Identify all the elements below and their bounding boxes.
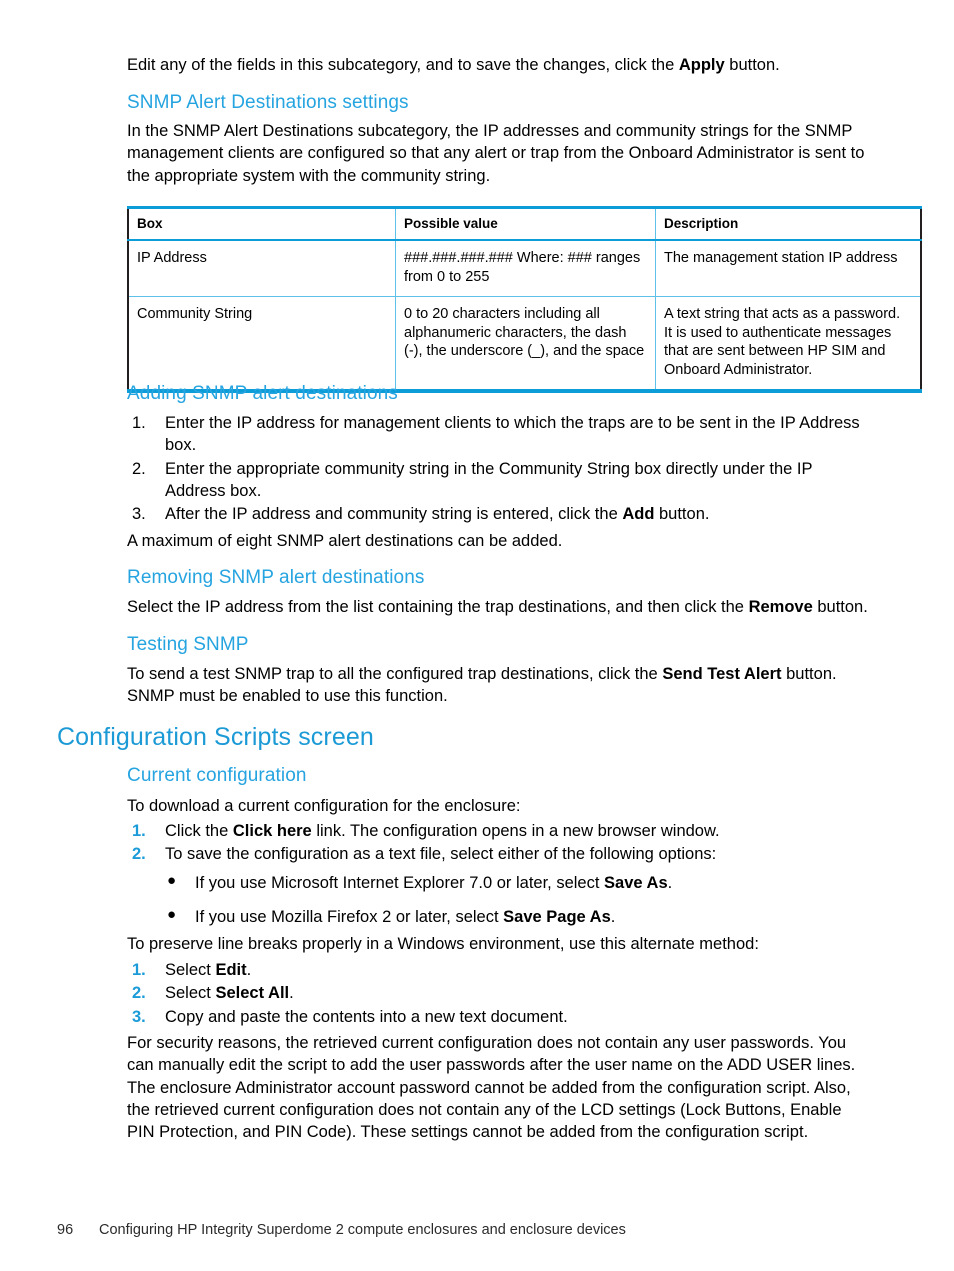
- page-footer: 96 Configuring HP Integrity Superdome 2 c…: [57, 1222, 626, 1238]
- bullet-text-pre: If you use Microsoft Internet Explorer 7…: [195, 874, 605, 892]
- list-item: 3. After the IP address and community st…: [127, 503, 868, 525]
- bullet-text-pre: If you use Mozilla Firefox 2 or later, s…: [195, 908, 504, 927]
- list-item: ● If you use Mozilla Firefox 2 or later,…: [127, 906, 868, 928]
- bullet-text-post: .: [610, 908, 616, 927]
- list-item: 3. Copy and paste the contents into a ne…: [127, 1006, 868, 1028]
- alternate-method-lead-in: To preserve line breaks properly in a Wi…: [127, 933, 868, 955]
- footer-chapter-title: Configuring HP Integrity Superdome 2 com…: [99, 1222, 626, 1238]
- intro-text-bold: Apply: [678, 56, 725, 74]
- list-marker: 2.: [132, 845, 146, 864]
- section-adding-snmp: Adding SNMP alert destinations: [127, 383, 868, 405]
- snmp-alert-destinations-paragraph-text: In the SNMP Alert Destinations subcatego…: [127, 122, 865, 185]
- footer-page-number: 96: [57, 1222, 74, 1238]
- bullet-icon: ●: [167, 872, 177, 889]
- removing-snmp-text-post: button.: [812, 598, 868, 616]
- testing-snmp-text-pre: To send a test SNMP trap to all the conf…: [127, 665, 663, 683]
- list-item-text-pre: Click the: [165, 822, 233, 840]
- menu-item-edit[interactable]: Edit: [215, 961, 246, 979]
- current-configuration-steps: 1. Click the Click here link. The config…: [127, 820, 868, 867]
- current-configuration-lead-in-text: To download a current configuration for …: [127, 797, 521, 815]
- bullet-text-bold: Save As: [604, 874, 668, 892]
- intro-text-pre: Edit any of the fields in this subcatego…: [127, 56, 679, 74]
- table-header-possible-value: Possible value: [395, 206, 656, 241]
- list-item-text-pre: Select: [165, 961, 216, 979]
- list-item-text-post: link. The configuration opens in a new b…: [311, 822, 720, 840]
- list-item-text-pre: Copy and paste the contents into a new t…: [165, 1007, 568, 1026]
- table-header-row: Box Possible value Description: [128, 206, 921, 241]
- table-header-description: Description: [655, 206, 921, 241]
- table-cell-description: The management station IP address: [655, 240, 921, 298]
- document-page: Edit any of the fields in this subcatego…: [0, 0, 954, 1271]
- intro-text-post: button.: [724, 56, 780, 74]
- list-marker: 2.: [132, 984, 146, 1003]
- current-configuration-lead-in: To download a current configuration for …: [127, 795, 868, 817]
- list-item: 2. Select Select All.: [127, 982, 868, 1004]
- list-item: 2. Enter the appropriate community strin…: [127, 458, 868, 503]
- security-paragraph: For security reasons, the retrieved curr…: [127, 1032, 868, 1143]
- list-item: 1. Enter the IP address for management c…: [127, 412, 868, 457]
- snmp-spec-table-wrapper: Box Possible value Description IP Addres…: [127, 206, 922, 394]
- security-paragraph-text: For security reasons, the retrieved curr…: [127, 1034, 856, 1142]
- adding-snmp-note-text: A maximum of eight SNMP alert destinatio…: [127, 532, 563, 550]
- table-row: IP Address ###.###.###.### Where: ### ra…: [128, 240, 921, 298]
- list-item-text-post: button.: [654, 505, 710, 524]
- table-cell-possible-value: 0 to 20 characters including all alphanu…: [395, 296, 656, 394]
- testing-snmp-text-bold: Send Test Alert: [662, 665, 782, 683]
- list-marker: 3.: [132, 505, 146, 524]
- section-testing-snmp: Testing SNMP: [127, 634, 868, 656]
- list-item: 1. Select Edit.: [127, 959, 868, 981]
- bullet-icon: ●: [167, 906, 177, 924]
- section-configuration-scripts: Configuration Scripts screen: [57, 723, 868, 752]
- list-item-text-bold: Add: [622, 505, 655, 524]
- heading-removing-snmp-alert-destinations: Removing SNMP alert destinations: [127, 567, 425, 588]
- adding-snmp-note: A maximum of eight SNMP alert destinatio…: [127, 530, 868, 552]
- heading-adding-snmp-alert-destinations: Adding SNMP alert destinations: [127, 383, 398, 404]
- list-item: 1. Click the Click here link. The config…: [127, 820, 868, 842]
- table-row: Community String 0 to 20 characters incl…: [128, 296, 921, 394]
- testing-snmp-paragraph: To send a test SNMP trap to all the conf…: [127, 663, 868, 708]
- adding-snmp-steps: 1. Enter the IP address for management c…: [127, 412, 868, 526]
- heading-configuration-scripts-screen: Configuration Scripts screen: [57, 723, 374, 751]
- bullet-text-post: .: [667, 874, 673, 892]
- menu-item-select-all[interactable]: Select All: [215, 984, 289, 1002]
- table-header-box: Box: [128, 206, 396, 241]
- snmp-alert-destinations-paragraph: In the SNMP Alert Destinations subcatego…: [127, 120, 868, 187]
- list-item-text: Enter the appropriate community string i…: [165, 459, 813, 500]
- heading-snmp-alert-destinations-settings: SNMP Alert Destinations settings: [127, 92, 409, 113]
- list-marker: 1.: [132, 961, 146, 979]
- bullet-text-bold: Save Page As: [503, 908, 611, 927]
- list-item-text-post: .: [246, 961, 252, 979]
- table-cell-possible-value: ###.###.###.### Where: ### ranges from 0…: [395, 240, 656, 298]
- removing-snmp-text-pre: Select the IP address from the list cont…: [127, 598, 749, 616]
- list-item: 2. To save the configuration as a text f…: [127, 843, 868, 865]
- removing-snmp-text-bold: Remove: [748, 598, 813, 616]
- section-current-configuration: Current configuration: [127, 765, 868, 787]
- list-item-text-pre: After the IP address and community strin…: [165, 505, 623, 524]
- table-cell-box: IP Address: [128, 240, 396, 298]
- list-marker: 1.: [132, 822, 146, 840]
- list-item-text-pre: To save the configuration as a text file…: [165, 845, 717, 864]
- alternate-method-steps: 1. Select Edit. 2. Select Select All. 3.…: [127, 959, 868, 1029]
- table-cell-box: Community String: [128, 296, 396, 394]
- list-marker: 3.: [132, 1007, 146, 1026]
- list-marker: 1.: [132, 414, 146, 432]
- intro-paragraph: Edit any of the fields in this subcatego…: [127, 54, 868, 76]
- list-item-text: Enter the IP address for management clie…: [165, 414, 860, 455]
- list-item-text-post: .: [289, 984, 294, 1003]
- removing-snmp-paragraph: Select the IP address from the list cont…: [127, 596, 868, 618]
- list-marker: 2.: [132, 459, 146, 478]
- current-configuration-bullets: ● If you use Microsoft Internet Explorer…: [127, 872, 868, 941]
- alternate-method-lead-in-text: To preserve line breaks properly in a Wi…: [127, 935, 759, 953]
- section-snmp-alert-destinations: SNMP Alert Destinations settings: [127, 92, 868, 114]
- heading-testing-snmp: Testing SNMP: [127, 634, 249, 655]
- list-item-text-pre: Select: [165, 984, 216, 1003]
- click-here-link[interactable]: Click here: [233, 822, 312, 840]
- list-item: ● If you use Microsoft Internet Explorer…: [127, 872, 868, 894]
- heading-current-configuration: Current configuration: [127, 765, 307, 786]
- snmp-spec-table: Box Possible value Description IP Addres…: [127, 206, 922, 394]
- section-removing-snmp: Removing SNMP alert destinations: [127, 567, 868, 589]
- table-cell-description: A text string that acts as a password. I…: [655, 296, 921, 394]
